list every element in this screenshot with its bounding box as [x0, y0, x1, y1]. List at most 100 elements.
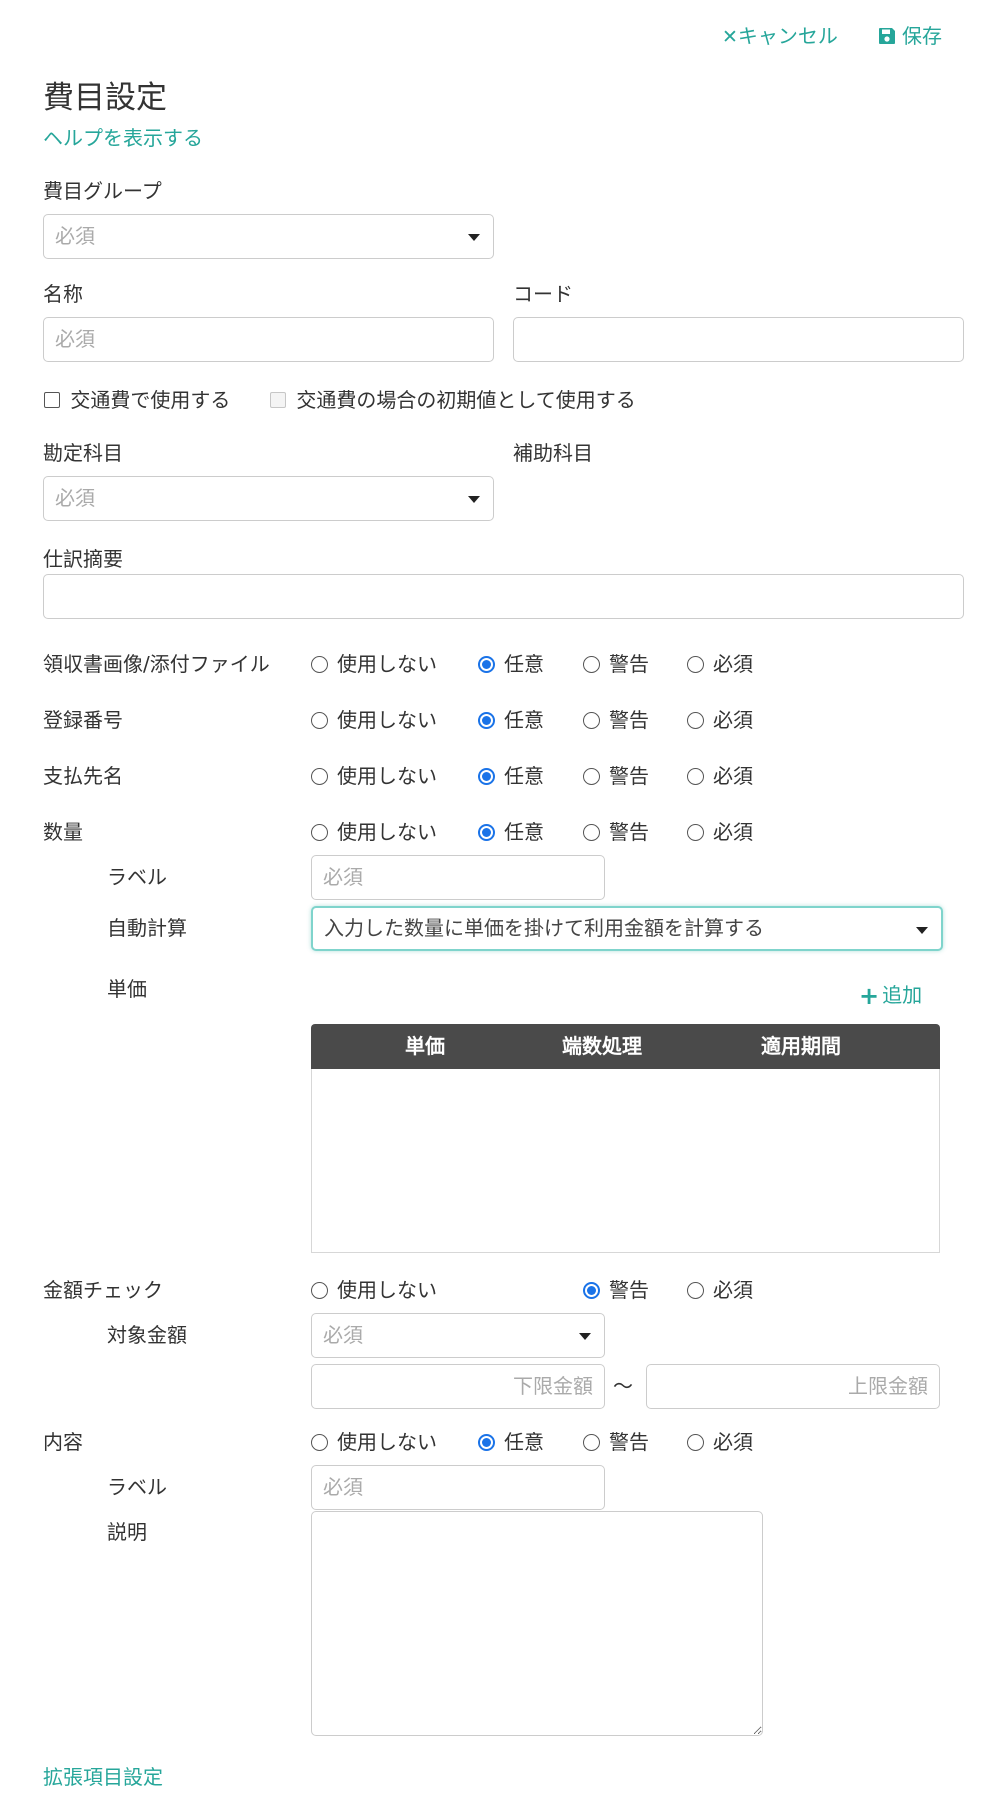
quantity-radio-warning[interactable]: 警告 — [583, 818, 649, 846]
radio-icon — [687, 712, 704, 729]
amount-check-row: 金額チェック 使用しない 警告 必須 — [0, 1276, 1001, 1304]
radio-selected-icon — [583, 1282, 600, 1299]
payee-radio-optional[interactable]: 任意 — [478, 762, 544, 790]
registration-radio-required[interactable]: 必須 — [687, 706, 753, 734]
save-button[interactable]: 保存 — [878, 22, 942, 50]
transport-default-checkbox-row[interactable]: 交通費の場合の初期値として使用する — [270, 386, 636, 414]
content-radio-required[interactable]: 必須 — [687, 1428, 753, 1456]
payee-radio-warning[interactable]: 警告 — [583, 762, 649, 790]
payee-label: 支払先名 — [43, 764, 123, 788]
grid-column-rounding: 端数処理 — [562, 1034, 642, 1058]
expense-group-select[interactable]: 必須 — [43, 214, 494, 259]
radio-icon — [583, 768, 600, 785]
amount-check-radio-required[interactable]: 必須 — [687, 1276, 753, 1304]
transport-default-checkbox[interactable] — [270, 392, 286, 408]
content-radio-optional[interactable]: 任意 — [478, 1428, 544, 1456]
payee-radio-none[interactable]: 使用しない — [311, 762, 437, 790]
quantity-radio-none[interactable]: 使用しない — [311, 818, 437, 846]
payee-radio-required[interactable]: 必須 — [687, 762, 753, 790]
dropdown-caret-icon — [468, 234, 480, 241]
quantity-row: 数量 使用しない 任意 警告 必須 — [0, 818, 1001, 846]
content-label-input[interactable]: 必須 — [311, 1465, 605, 1510]
receipt-row: 領収書画像/添付ファイル 使用しない 任意 警告 必須 — [0, 650, 1001, 678]
quantity-radio-required[interactable]: 必須 — [687, 818, 753, 846]
upper-limit-input[interactable]: 上限金額 — [646, 1364, 940, 1409]
receipt-label: 領収書画像/添付ファイル — [43, 652, 270, 676]
sub-account-label: 補助科目 — [513, 441, 593, 465]
use-as-transport-checkbox[interactable] — [44, 392, 60, 408]
journal-summary-input[interactable] — [43, 574, 964, 619]
radio-icon — [687, 1282, 704, 1299]
radio-icon — [311, 656, 328, 673]
name-label: 名称 — [43, 282, 83, 306]
radio-selected-icon — [478, 712, 495, 729]
dropdown-caret-icon — [579, 1333, 591, 1340]
unit-price-grid-header: 単価 端数処理 適用期間 — [311, 1024, 940, 1069]
unit-price-label: 単価 — [107, 977, 147, 1001]
registration-number-row: 登録番号 使用しない 任意 警告 必須 — [0, 706, 1001, 734]
radio-icon — [687, 768, 704, 785]
radio-icon — [311, 824, 328, 841]
radio-icon — [311, 768, 328, 785]
content-row: 内容 使用しない 任意 警告 必須 — [0, 1428, 1001, 1456]
radio-icon — [583, 712, 600, 729]
radio-icon — [311, 1282, 328, 1299]
grid-column-period: 適用期間 — [761, 1034, 841, 1058]
receipt-radio-optional[interactable]: 任意 — [478, 650, 544, 678]
radio-icon — [583, 824, 600, 841]
extension-settings-link[interactable]: 拡張項目設定 — [43, 1763, 163, 1791]
account-select[interactable]: 必須 — [43, 476, 494, 521]
plus-icon: + — [859, 982, 880, 1010]
use-as-transport-checkbox-row[interactable]: 交通費で使用する — [44, 386, 230, 414]
unit-price-grid-body — [311, 1069, 940, 1253]
payee-row: 支払先名 使用しない 任意 警告 必須 — [0, 762, 1001, 790]
range-separator: 〜 — [613, 1374, 633, 1398]
radio-icon — [583, 1434, 600, 1451]
radio-icon — [311, 1434, 328, 1451]
target-amount-select[interactable]: 必須 — [311, 1313, 605, 1358]
name-input[interactable]: 必須 — [43, 317, 494, 362]
radio-selected-icon — [478, 824, 495, 841]
receipt-radio-warning[interactable]: 警告 — [583, 650, 649, 678]
registration-radio-none[interactable]: 使用しない — [311, 706, 437, 734]
dropdown-caret-icon — [468, 496, 480, 503]
lower-limit-input[interactable]: 下限金額 — [311, 1364, 605, 1409]
radio-icon — [687, 656, 704, 673]
add-unit-price-button[interactable]: + 追加 — [859, 981, 922, 1010]
journal-summary-label: 仕訳摘要 — [43, 547, 123, 571]
quantity-label-input[interactable]: 必須 — [311, 855, 605, 900]
grid-column-unit-price: 単価 — [405, 1034, 445, 1058]
help-link[interactable]: ヘルプを表示する — [43, 124, 203, 152]
description-label: 説明 — [107, 1520, 147, 1544]
registration-radio-warning[interactable]: 警告 — [583, 706, 649, 734]
radio-icon — [687, 1434, 704, 1451]
expense-group-label: 費目グループ — [43, 179, 162, 203]
radio-selected-icon — [478, 1434, 495, 1451]
radio-icon — [583, 656, 600, 673]
page-title: 費目設定 — [43, 80, 167, 116]
amount-check-radio-warning[interactable]: 警告 — [583, 1276, 649, 1304]
account-label: 勘定科目 — [43, 441, 123, 465]
amount-check-radio-none[interactable]: 使用しない — [311, 1276, 437, 1304]
content-label-field-label: ラベル — [107, 1475, 167, 1499]
registration-radio-optional[interactable]: 任意 — [478, 706, 544, 734]
auto-calc-label: 自動計算 — [107, 916, 187, 940]
receipt-radio-none[interactable]: 使用しない — [311, 650, 437, 678]
receipt-radio-required[interactable]: 必須 — [687, 650, 753, 678]
floppy-disk-icon — [879, 28, 895, 44]
radio-icon — [311, 712, 328, 729]
content-radio-none[interactable]: 使用しない — [311, 1428, 437, 1456]
auto-calc-select[interactable]: 入力した数量に単価を掛けて利用金額を計算する — [311, 906, 943, 951]
description-textarea[interactable] — [311, 1511, 763, 1736]
cancel-button[interactable]: ✕キャンセル — [722, 22, 838, 51]
target-amount-label: 対象金額 — [107, 1323, 187, 1347]
quantity-radio-optional[interactable]: 任意 — [478, 818, 544, 846]
amount-check-label: 金額チェック — [43, 1278, 163, 1302]
quantity-label-field-label: ラベル — [107, 865, 167, 889]
code-label: コード — [513, 282, 573, 306]
close-icon: ✕ — [722, 26, 738, 48]
radio-selected-icon — [478, 768, 495, 785]
content-radio-warning[interactable]: 警告 — [583, 1428, 649, 1456]
code-input[interactable] — [513, 317, 964, 362]
quantity-label: 数量 — [43, 820, 83, 844]
